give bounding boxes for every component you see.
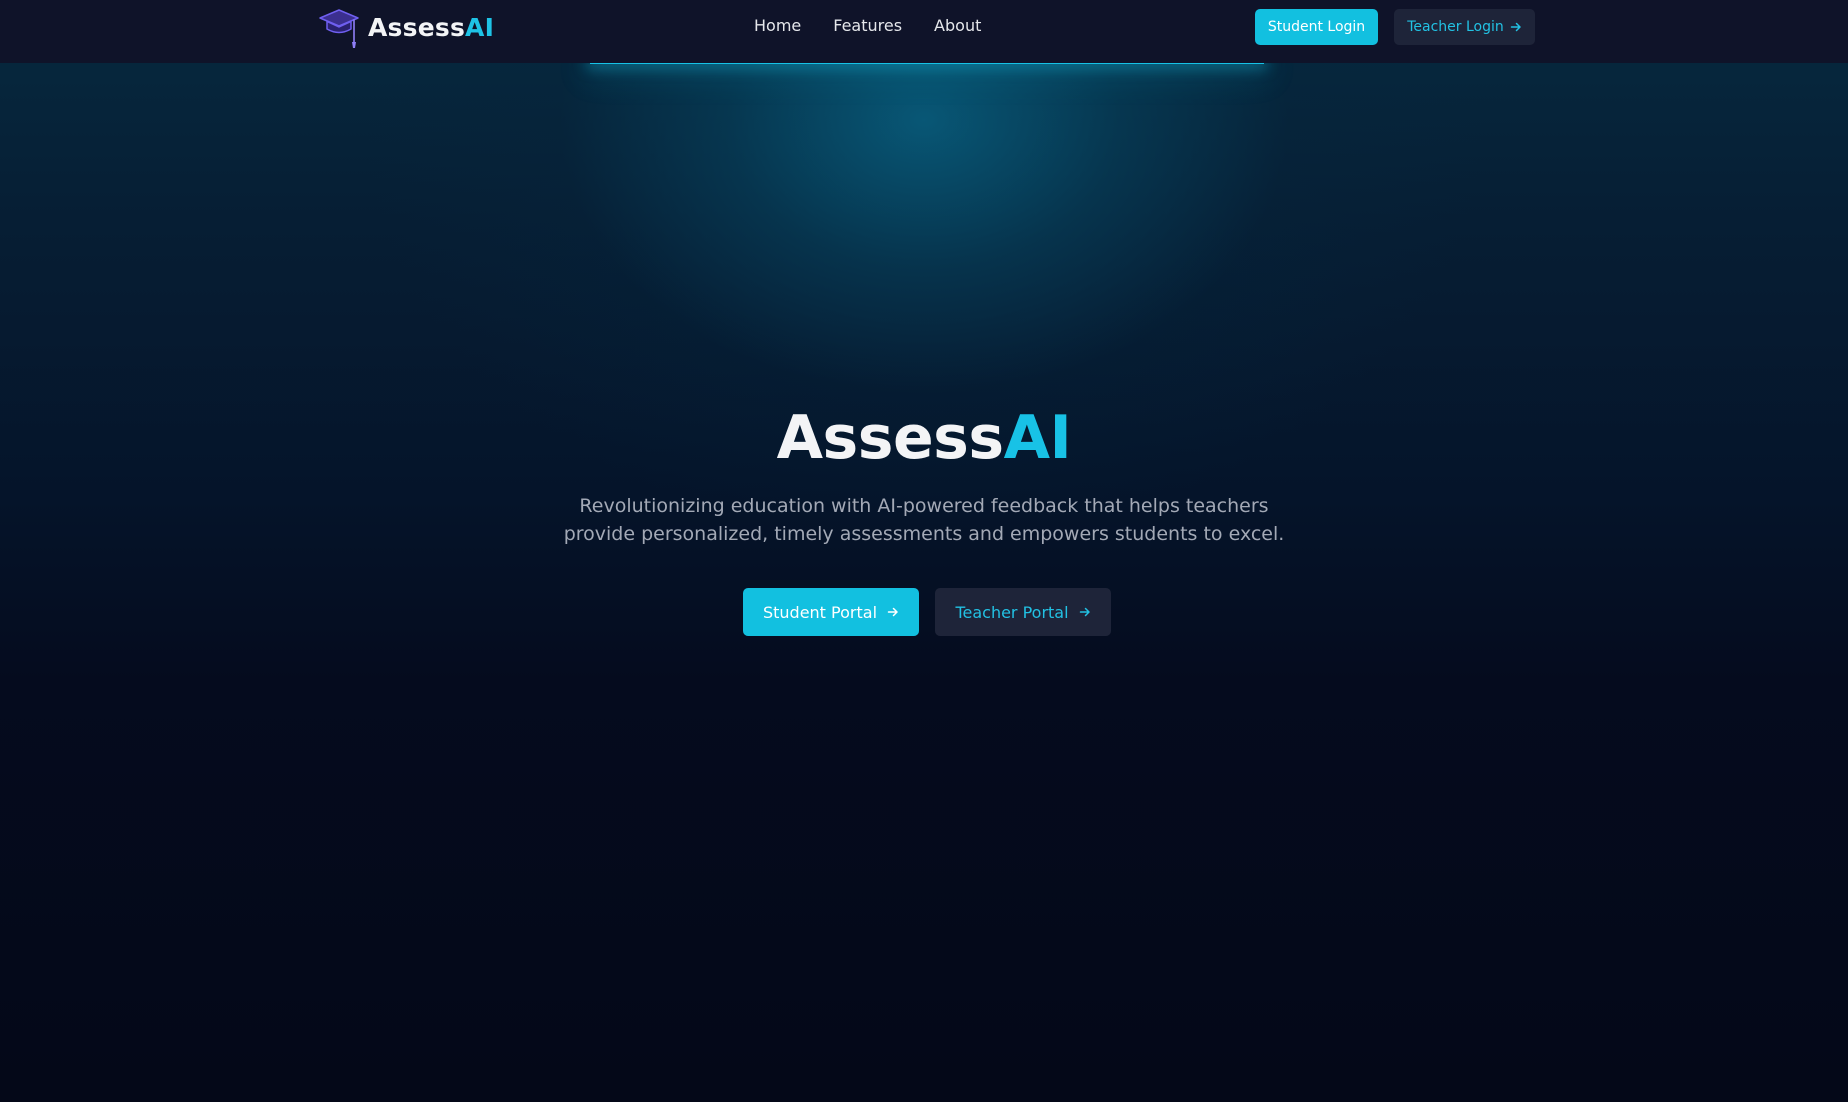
student-portal-label: Student Portal <box>762 602 878 622</box>
graduation-cap-icon <box>319 9 359 48</box>
arrow-right-icon <box>1510 22 1521 32</box>
teacher-login-button[interactable]: Teacher Login <box>1394 9 1535 45</box>
student-login-label: Student Login <box>1267 19 1366 35</box>
hero-background-glow <box>0 0 1848 1102</box>
teacher-login-label: Teacher Login <box>1407 19 1504 35</box>
brand-name-assess: Assess <box>368 12 466 42</box>
nav-item-home[interactable]: Home <box>754 15 801 37</box>
brand-name-ai: AI <box>465 12 495 42</box>
top-navbar: AssessAI Home Features About Student Log… <box>0 0 1848 63</box>
nav-item-features[interactable]: Features <box>833 15 902 37</box>
student-login-button[interactable]: Student Login <box>1255 9 1378 45</box>
hero-title-assess: Assess <box>776 403 1004 473</box>
main-nav: Home Features About <box>754 15 981 37</box>
student-portal-button[interactable]: Student Portal <box>743 588 919 636</box>
hero-title: AssessAI <box>0 400 1848 476</box>
teacher-portal-button[interactable]: Teacher Portal <box>935 588 1111 636</box>
teacher-portal-label: Teacher Portal <box>955 602 1069 622</box>
brand-logo[interactable]: AssessAI <box>318 6 494 48</box>
arrow-right-icon <box>887 607 898 617</box>
hero-subtitle: Revolutionizing education with AI-powere… <box>563 495 1285 545</box>
hero-title-ai: AI <box>1003 403 1072 473</box>
nav-item-about[interactable]: About <box>934 15 981 37</box>
brand-name: AssessAI <box>368 13 494 42</box>
arrow-right-icon <box>1079 607 1090 617</box>
